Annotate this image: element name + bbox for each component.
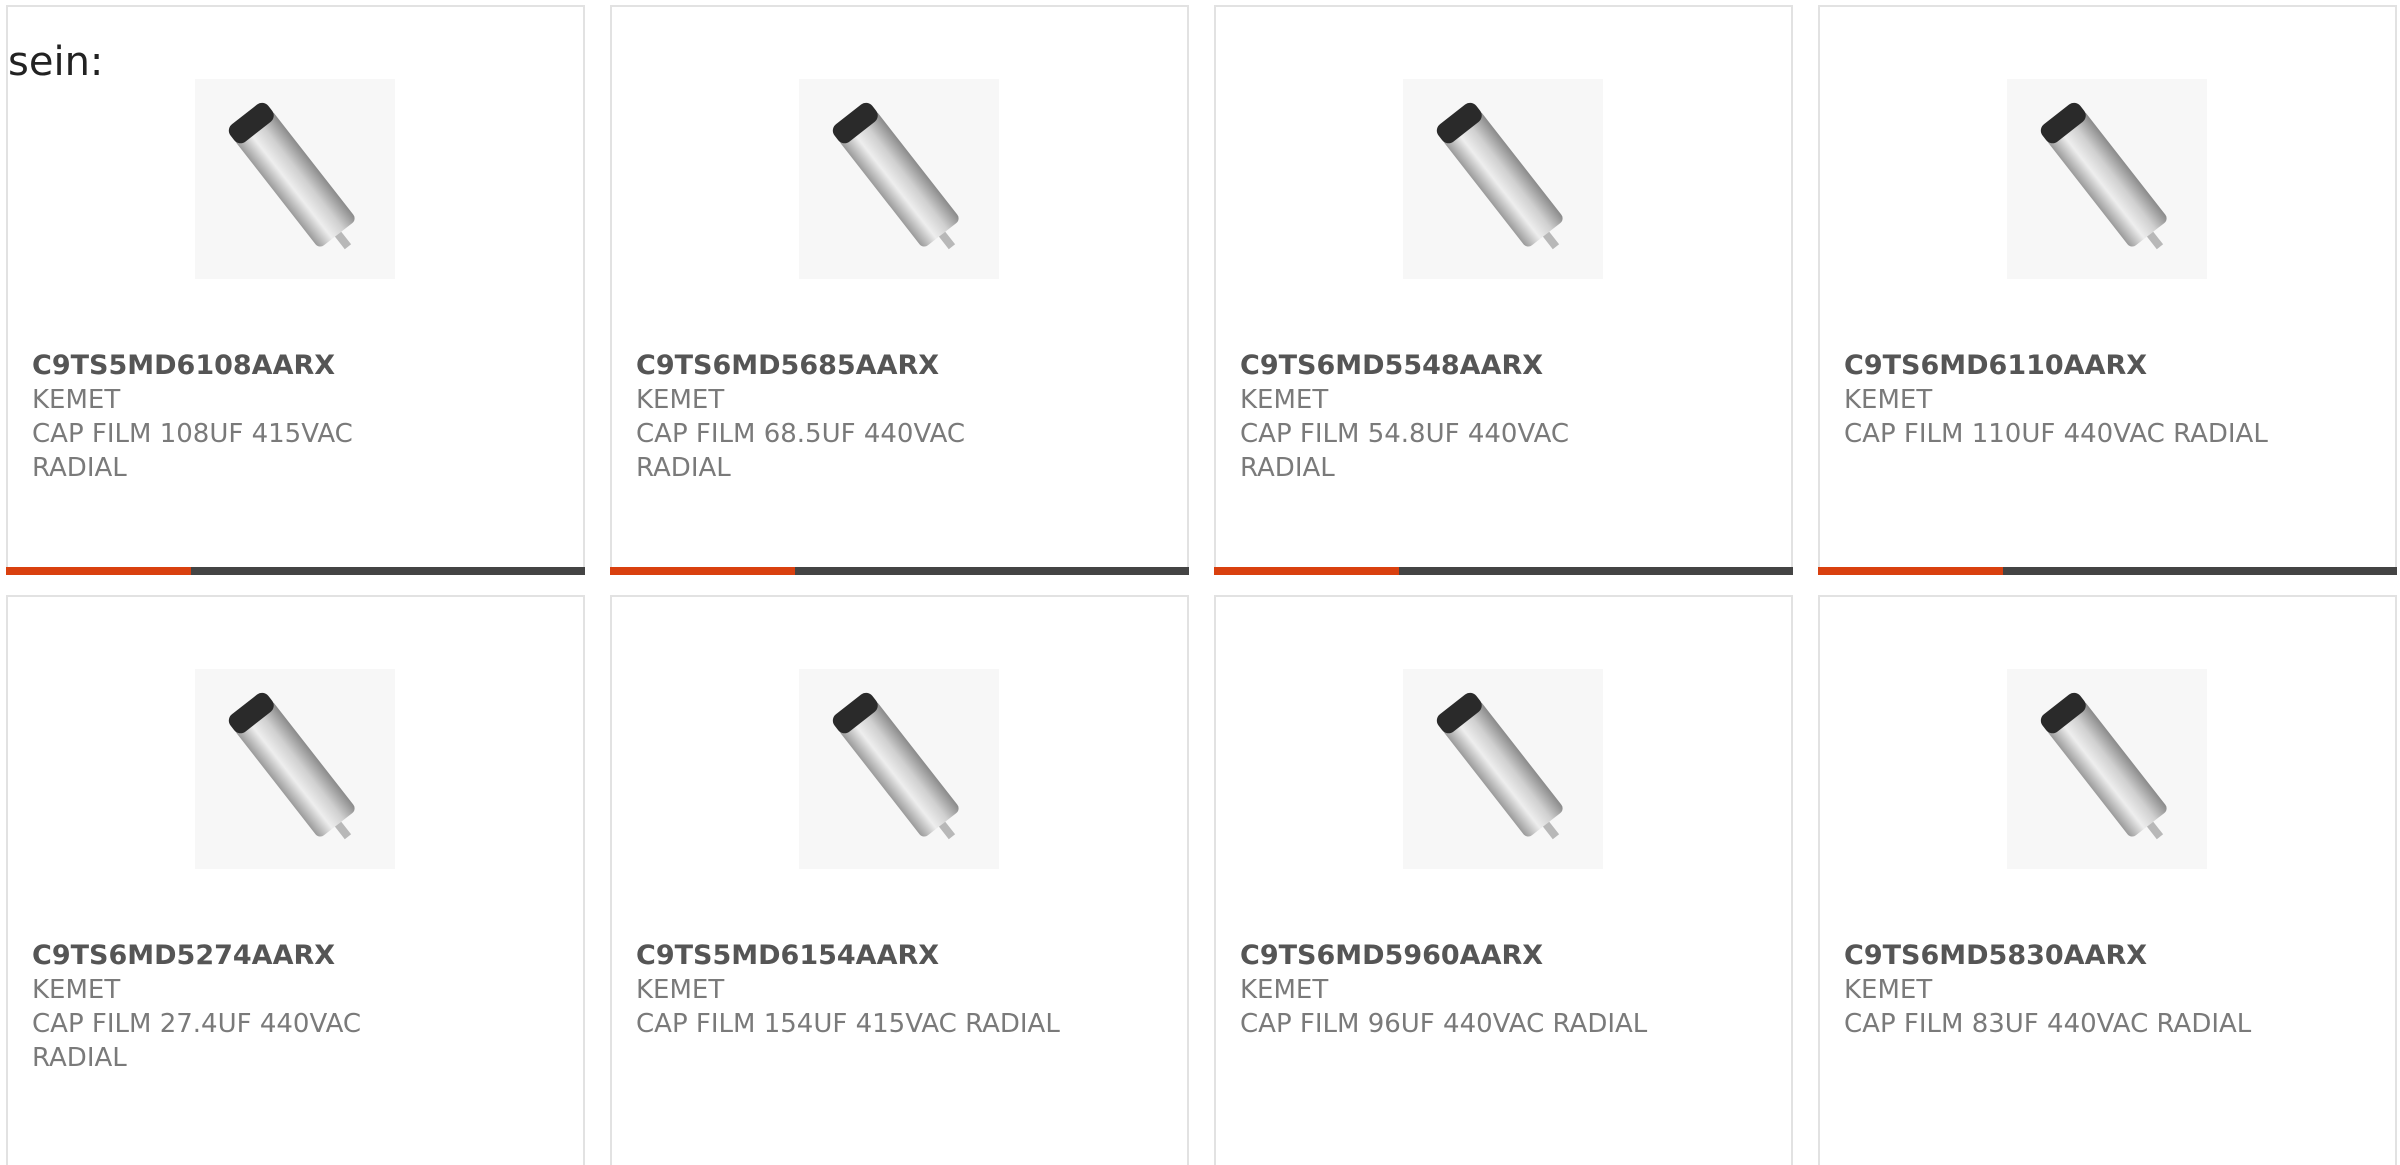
capacitor-image[interactable] [799, 669, 999, 869]
capacitor-icon [228, 102, 355, 250]
capacitor-image[interactable] [799, 79, 999, 279]
card-bar-accent [6, 567, 191, 575]
lead-text: sein: [8, 39, 104, 85]
card-bar-accent [1818, 567, 2003, 575]
part-number[interactable]: C9TS6MD5685AARX [636, 349, 1096, 383]
product-card[interactable]: C9TS5MD6108AARX KEMET CAP FILM 108UF 415… [6, 5, 585, 575]
product-description: CAP FILM 108UF 415VAC RADIAL [32, 419, 353, 483]
manufacturer: KEMET [1844, 385, 1933, 415]
card-bar [1214, 567, 1793, 575]
capacitor-image[interactable] [2007, 79, 2207, 279]
part-number[interactable]: C9TS6MD5274AARX [32, 939, 492, 973]
product-info: C9TS5MD6154AARX KEMET CAP FILM 154UF 415… [636, 939, 1096, 1041]
product-card[interactable]: C9TS6MD5548AARX KEMET CAP FILM 54.8UF 44… [1214, 5, 1793, 575]
capacitor-icon [228, 692, 355, 840]
part-number[interactable]: C9TS5MD6154AARX [636, 939, 1096, 973]
capacitor-icon [832, 692, 959, 840]
product-card[interactable]: C9TS5MD6154AARX KEMET CAP FILM 154UF 415… [610, 595, 1189, 1165]
manufacturer: KEMET [1240, 975, 1329, 1005]
product-description: CAP FILM 27.4UF 440VAC RADIAL [32, 1009, 362, 1073]
product-grid: C9TS5MD6108AARX KEMET CAP FILM 108UF 415… [6, 5, 2397, 1165]
product-card[interactable]: C9TS6MD5960AARX KEMET CAP FILM 96UF 440V… [1214, 595, 1793, 1165]
product-card[interactable]: C9TS6MD5685AARX KEMET CAP FILM 68.5UF 44… [610, 5, 1189, 575]
manufacturer: KEMET [1240, 385, 1329, 415]
product-card[interactable]: C9TS6MD6110AARX KEMET CAP FILM 110UF 440… [1818, 5, 2397, 575]
capacitor-icon [1436, 102, 1563, 250]
manufacturer: KEMET [1844, 975, 1933, 1005]
capacitor-image[interactable] [195, 79, 395, 279]
card-bar [610, 567, 1189, 575]
part-number[interactable]: C9TS5MD6108AARX [32, 349, 492, 383]
product-card[interactable]: C9TS6MD5830AARX KEMET CAP FILM 83UF 440V… [1818, 595, 2397, 1165]
capacitor-icon [832, 102, 959, 250]
capacitor-icon [2040, 692, 2167, 840]
manufacturer: KEMET [32, 975, 121, 1005]
capacitor-image[interactable] [195, 669, 395, 869]
manufacturer: KEMET [32, 385, 121, 415]
product-info: C9TS6MD5830AARX KEMET CAP FILM 83UF 440V… [1844, 939, 2304, 1041]
capacitor-image[interactable] [2007, 669, 2207, 869]
part-number[interactable]: C9TS6MD6110AARX [1844, 349, 2304, 383]
part-number[interactable]: C9TS6MD5830AARX [1844, 939, 2304, 973]
capacitor-image[interactable] [1403, 669, 1603, 869]
card-bar-accent [610, 567, 795, 575]
product-description: CAP FILM 154UF 415VAC RADIAL [636, 1009, 1060, 1039]
product-card[interactable]: C9TS6MD5274AARX KEMET CAP FILM 27.4UF 44… [6, 595, 585, 1165]
product-description: CAP FILM 83UF 440VAC RADIAL [1844, 1009, 2252, 1039]
manufacturer: KEMET [636, 975, 725, 1005]
product-info: C9TS6MD5548AARX KEMET CAP FILM 54.8UF 44… [1240, 349, 1700, 485]
product-info: C9TS6MD5685AARX KEMET CAP FILM 68.5UF 44… [636, 349, 1096, 485]
product-info: C9TS6MD5274AARX KEMET CAP FILM 27.4UF 44… [32, 939, 492, 1075]
product-description: CAP FILM 96UF 440VAC RADIAL [1240, 1009, 1648, 1039]
manufacturer: KEMET [636, 385, 725, 415]
card-bar [6, 567, 585, 575]
product-info: C9TS6MD5960AARX KEMET CAP FILM 96UF 440V… [1240, 939, 1700, 1041]
card-bar-accent [1214, 567, 1399, 575]
product-info: C9TS5MD6108AARX KEMET CAP FILM 108UF 415… [32, 349, 492, 485]
product-info: C9TS6MD6110AARX KEMET CAP FILM 110UF 440… [1844, 349, 2304, 451]
card-bar [1818, 567, 2397, 575]
capacitor-icon [2040, 102, 2167, 250]
part-number[interactable]: C9TS6MD5960AARX [1240, 939, 1700, 973]
product-description: CAP FILM 54.8UF 440VAC RADIAL [1240, 419, 1570, 483]
part-number[interactable]: C9TS6MD5548AARX [1240, 349, 1700, 383]
capacitor-icon [1436, 692, 1563, 840]
capacitor-image[interactable] [1403, 79, 1603, 279]
product-description: CAP FILM 110UF 440VAC RADIAL [1844, 419, 2268, 449]
product-description: CAP FILM 68.5UF 440VAC RADIAL [636, 419, 966, 483]
